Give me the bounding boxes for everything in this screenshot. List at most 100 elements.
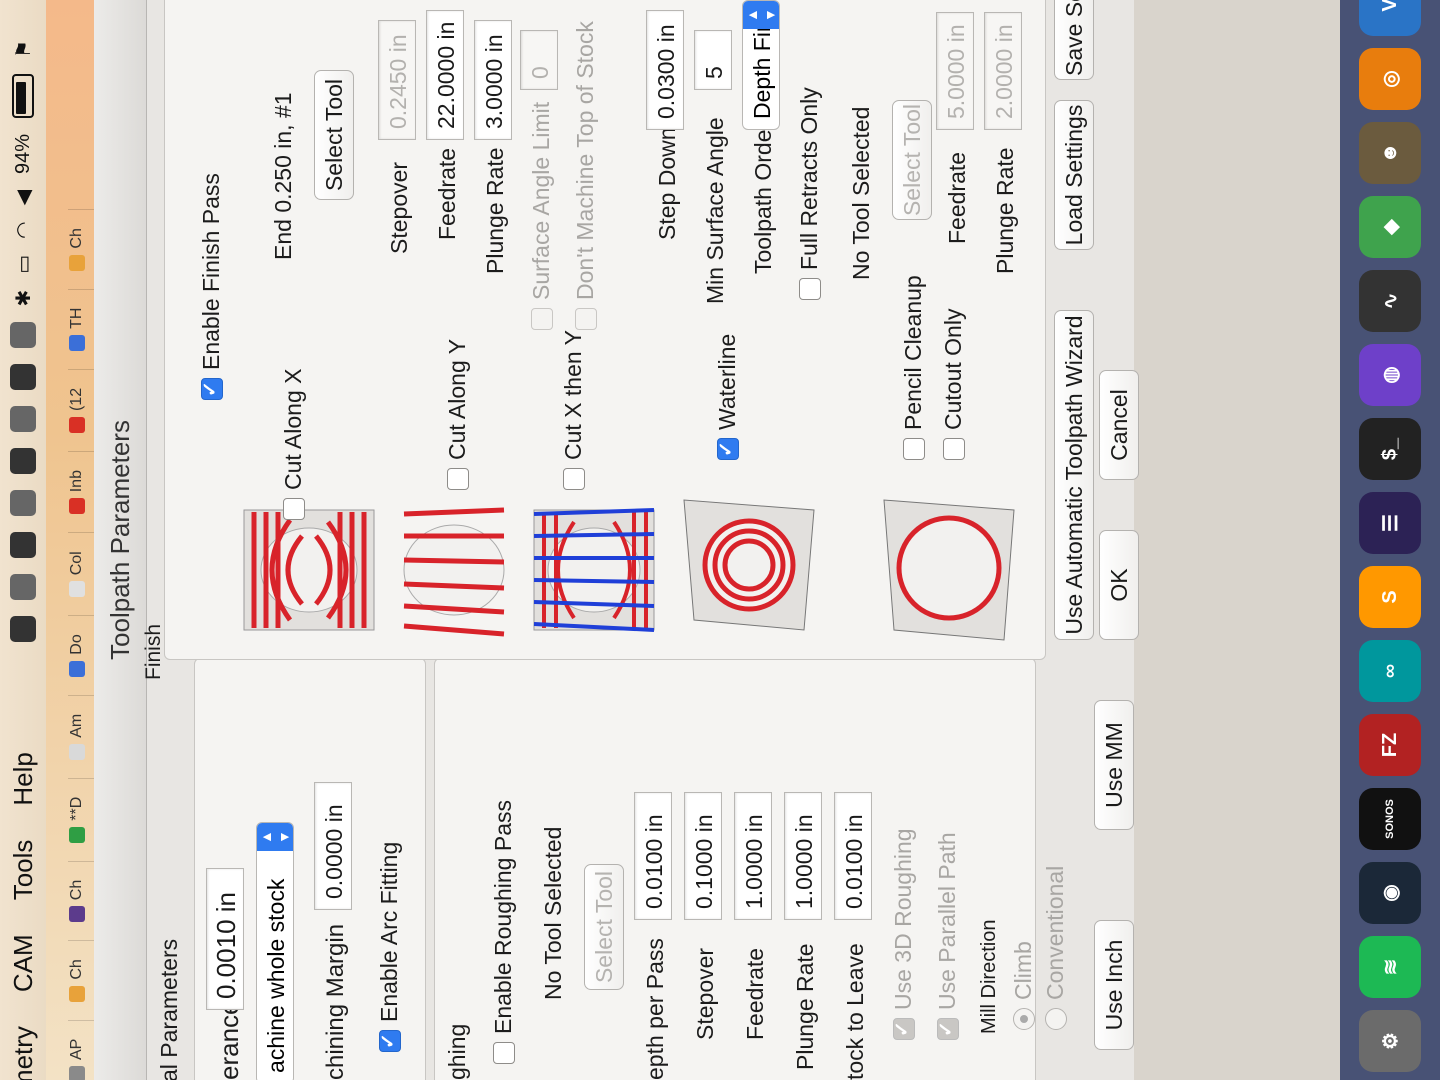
pencil-select-tool-button[interactable]: Select Tool <box>892 100 932 220</box>
cut-x-then-y-checkbox[interactable]: Cut X then Y <box>560 330 587 490</box>
github-icon[interactable]: ◍ <box>1359 344 1421 406</box>
min-surface-angle-field[interactable]: 5 <box>694 30 732 90</box>
arc-fitting-checkbox[interactable]: Enable Arc Fitting <box>376 842 403 1052</box>
dont-machine-top-checkbox[interactable]: Don't Machine Top of Stock <box>572 21 599 330</box>
browser-tab[interactable]: **D <box>68 777 94 861</box>
browser-tab[interactable]: Ch <box>68 209 94 289</box>
stock-select[interactable]: achine whole stock ▲ ▼ <box>256 822 294 1080</box>
bluetooth-icon[interactable]: ✱ <box>11 290 36 307</box>
pencil-plunge-field[interactable]: 2.0000 in <box>984 12 1022 130</box>
pencil-cleanup-check[interactable] <box>902 438 925 460</box>
finish-enable-checkbox[interactable]: Enable Finish Pass <box>198 173 225 400</box>
ok-button[interactable]: OK <box>1099 530 1139 640</box>
finish-feedrate-field[interactable]: 22.0000 in <box>426 10 464 140</box>
arduino-icon[interactable]: ∞ <box>1359 640 1421 702</box>
save-settings-button[interactable]: Save Settings <box>1054 0 1094 80</box>
browser-tab[interactable]: Do <box>68 615 94 695</box>
conventional-radio[interactable]: Conventional <box>1042 866 1069 1030</box>
gimp-icon[interactable]: ☻ <box>1359 122 1421 184</box>
finish-stepover-field[interactable]: 0.2450 in <box>378 20 416 140</box>
finish-enable-check[interactable] <box>200 378 223 400</box>
app-status-icon[interactable] <box>10 616 36 643</box>
surface-angle-limit-check[interactable] <box>530 308 553 330</box>
dots-status-icon[interactable] <box>10 448 36 475</box>
load-settings-button[interactable]: Load Settings <box>1054 100 1094 250</box>
airplay-icon[interactable]: ▭ <box>11 255 36 274</box>
volume-icon[interactable]: ◀ <box>11 190 36 205</box>
roughing-stepover-field[interactable]: 0.1000 in <box>684 792 722 920</box>
use-mm-button[interactable]: Use MM <box>1094 700 1134 830</box>
conventional-radio-dot[interactable] <box>1044 1008 1067 1030</box>
browser-tab[interactable]: TH <box>68 288 94 369</box>
margin-field[interactable]: 0.0000 in <box>314 782 352 910</box>
spotify-icon[interactable]: ≋ <box>1359 936 1421 998</box>
climb-radio[interactable]: Climb <box>1010 941 1037 1030</box>
roughing-plunge-field[interactable]: 1.0000 in <box>784 792 822 920</box>
vscode-icon[interactable]: V <box>1359 0 1421 36</box>
menu-tools[interactable]: Tools <box>8 840 39 901</box>
use-3d-roughing-check[interactable] <box>892 1018 915 1040</box>
menu-help[interactable]: Help <box>8 752 39 805</box>
full-retracts-checkbox[interactable]: Full Retracts Only <box>796 87 823 300</box>
climb-radio-dot[interactable] <box>1012 1008 1035 1030</box>
waterline-check[interactable] <box>716 438 739 460</box>
tolerance-field[interactable]: 0.0010 in <box>206 868 244 1010</box>
cancel-button[interactable]: Cancel <box>1099 370 1139 480</box>
flame-status-icon[interactable] <box>10 490 36 517</box>
use-parallel-path-checkbox[interactable]: Use Parallel Path <box>934 832 961 1040</box>
cutout-only-check[interactable] <box>942 438 965 460</box>
flag-icon[interactable]: ⚑ <box>11 40 36 58</box>
use-3d-roughing-checkbox[interactable]: Use 3D Roughing <box>890 828 917 1040</box>
filezilla-icon[interactable]: FZ <box>1359 714 1421 776</box>
step-down-field[interactable]: 0.0300 in <box>646 10 684 130</box>
waterline-checkbox[interactable]: Waterline <box>714 334 741 460</box>
cloud-status-icon[interactable] <box>10 364 36 391</box>
finish-select-tool-button[interactable]: Select Tool <box>314 70 354 200</box>
browser-tab[interactable]: Ch <box>68 860 94 941</box>
creature-status-icon[interactable] <box>10 532 36 559</box>
cut-along-y-check[interactable] <box>446 468 469 490</box>
grid-status-icon[interactable] <box>10 574 36 601</box>
battery-icon[interactable] <box>12 73 34 118</box>
use-parallel-path-check[interactable] <box>936 1018 959 1040</box>
cut-along-y-checkbox[interactable]: Cut Along Y <box>444 339 471 490</box>
roughing-enable-checkbox[interactable]: Enable Roughing Pass <box>490 800 517 1064</box>
steam-icon[interactable]: ◉ <box>1359 862 1421 924</box>
browser-tab[interactable]: Ch <box>68 940 94 1020</box>
menu-cam[interactable]: CAM <box>8 934 39 992</box>
sublime-icon[interactable]: S <box>1359 566 1421 628</box>
dont-machine-top-check[interactable] <box>574 308 597 330</box>
cut-along-x-checkbox[interactable]: Cut Along X <box>280 369 307 520</box>
roughing-select-tool-button[interactable]: Select Tool <box>584 864 624 990</box>
blender-icon[interactable]: ◎ <box>1359 48 1421 110</box>
browser-tab[interactable]: Col <box>68 532 94 616</box>
surface-angle-limit-checkbox[interactable]: Surface Angle Limit <box>528 102 555 330</box>
eclipse-icon[interactable]: ☰ <box>1359 492 1421 554</box>
browser-tab[interactable]: Inb <box>68 451 94 533</box>
cut-along-x-check[interactable] <box>282 498 305 520</box>
browser-tab[interactable]: Am <box>68 694 94 778</box>
cut-x-then-y-check[interactable] <box>562 468 585 490</box>
finish-plunge-field[interactable]: 3.0000 in <box>474 20 512 140</box>
3d-cube-icon[interactable]: ◆ <box>1359 196 1421 258</box>
clock-status-icon[interactable] <box>10 322 36 349</box>
depth-per-pass-field[interactable]: 0.0100 in <box>634 792 672 920</box>
surface-angle-limit-field[interactable]: 0 <box>520 30 558 90</box>
toolpath-order-select[interactable]: Depth First ▲ ▼ <box>742 0 780 130</box>
browser-tab[interactable]: AP <box>68 1019 94 1080</box>
sonos-icon[interactable]: SONOS <box>1359 788 1421 850</box>
terminal-icon[interactable]: $_ <box>1359 418 1421 480</box>
use-inch-button[interactable]: Use Inch <box>1094 920 1134 1050</box>
activity-monitor-icon[interactable]: ∿ <box>1359 270 1421 332</box>
menu-geometry[interactable]: eometry <box>8 1026 39 1080</box>
cutout-only-checkbox[interactable]: Cutout Only <box>940 309 967 460</box>
roughing-enable-check[interactable] <box>492 1042 515 1064</box>
display-status-icon[interactable] <box>10 406 36 433</box>
stock-to-leave-field[interactable]: 0.0100 in <box>834 792 872 920</box>
pencil-cleanup-checkbox[interactable]: Pencil Cleanup <box>900 275 927 460</box>
browser-tab[interactable]: (12 <box>68 368 94 452</box>
roughing-feedrate-field[interactable]: 1.0000 in <box>734 792 772 920</box>
full-retracts-check[interactable] <box>798 278 821 300</box>
wifi-icon[interactable]: ◠ <box>11 221 36 238</box>
toolpath-wizard-button[interactable]: Use Automatic Toolpath Wizard <box>1054 310 1094 640</box>
